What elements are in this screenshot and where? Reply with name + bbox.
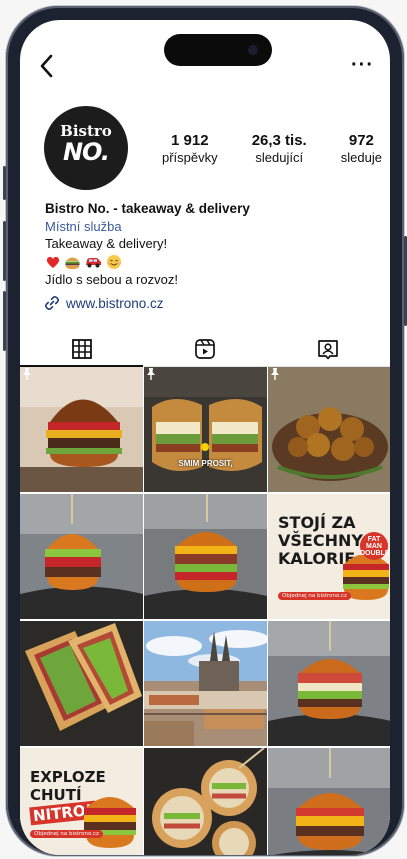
- poster-line: EXPLOZE: [30, 768, 106, 786]
- top-bar: ···: [20, 50, 390, 90]
- reels-icon[interactable]: [194, 338, 216, 360]
- profile-name: Bistro No. - takeaway & delivery: [45, 201, 250, 216]
- stat-posts[interactable]: 1 912 příspěvky: [162, 132, 218, 172]
- post-tile[interactable]: [144, 621, 267, 746]
- stat-following[interactable]: 972 sleduje: [341, 132, 382, 172]
- burger-cut-photo: [144, 367, 267, 492]
- burger-photo: [268, 748, 390, 855]
- badge-line: FAT: [367, 536, 381, 543]
- phone-frame: ··· Bistro NO. 1 912 příspěvky 26,3 tis.…: [3, 6, 407, 856]
- screen: ··· Bistro NO. 1 912 příspěvky 26,3 tis.…: [20, 20, 390, 855]
- heart-emoji-icon: [46, 256, 60, 268]
- volume-up-button: [3, 221, 6, 281]
- stat-number: 972: [348, 132, 374, 149]
- pin-icon: [23, 368, 31, 380]
- poster-line: STOJÍ ZA: [278, 513, 356, 532]
- profile-stats: 1 912 příspěvky 26,3 tis. sledující 972 …: [162, 132, 382, 172]
- poster-tile[interactable]: EXPLOZE CHUTÍ NITRO! Objednej na bistron…: [20, 748, 143, 855]
- poster-badge: FAT MAN DOUBLE: [360, 536, 390, 557]
- avatar-logo-line2: NO.: [62, 138, 110, 166]
- sandwich-stack-photo: [20, 621, 143, 746]
- stat-followers[interactable]: 26,3 tis. sledující: [252, 132, 307, 172]
- volume-down-button: [3, 291, 6, 351]
- avatar[interactable]: Bistro NO.: [44, 106, 128, 190]
- poster-headline: STOJÍ ZA VŠECHNY KALORIE: [278, 514, 363, 568]
- meatball-dish-photo: [268, 367, 390, 492]
- mute-switch: [3, 166, 6, 200]
- bio-line: Takeaway & delivery!: [45, 236, 168, 251]
- post-tile[interactable]: [268, 621, 390, 746]
- badge-line: DOUBLE: [360, 550, 390, 557]
- bio-emoji-row: [45, 253, 375, 271]
- bio-line: Jídlo s sebou a rozvoz!: [45, 271, 178, 287]
- badge-line: MAN: [366, 543, 382, 550]
- city-brno-photo: [144, 621, 267, 746]
- pin-icon: [271, 368, 279, 380]
- stat-label: sledující: [255, 150, 304, 165]
- stat-number: 1 912: [171, 132, 209, 149]
- car-emoji-icon: [86, 257, 101, 267]
- poster-order-button: Objednej na bistrono.cz: [30, 830, 103, 838]
- burger-photo: [20, 367, 143, 492]
- back-arrow-icon[interactable]: [36, 52, 60, 80]
- profile-category[interactable]: Místní služba: [45, 218, 375, 236]
- poster-tile[interactable]: STOJÍ ZA VŠECHNY KALORIE FAT MAN DOUBLE …: [268, 494, 390, 619]
- poster-line: VŠECHNY: [278, 531, 363, 550]
- more-dots-icon[interactable]: ···: [351, 55, 374, 75]
- link-icon: [45, 296, 59, 310]
- post-tile[interactable]: [144, 748, 267, 855]
- poster-line: KALORIE: [278, 549, 356, 568]
- poster-order-button: Objednej na bistrono.cz: [278, 592, 351, 600]
- post-tile[interactable]: [20, 367, 143, 492]
- stat-number: 26,3 tis.: [251, 132, 307, 149]
- post-tile[interactable]: [20, 621, 143, 746]
- post-tile[interactable]: SMIM PROSIT,: [144, 367, 267, 492]
- website-link[interactable]: www.bistrono.cz: [44, 295, 164, 311]
- stat-label: sleduje: [340, 150, 382, 165]
- stat-label: příspěvky: [162, 150, 218, 165]
- sandwiches-photo: [144, 748, 267, 855]
- post-tile[interactable]: [20, 494, 143, 619]
- website-url: www.bistrono.cz: [66, 295, 164, 311]
- burger-photo: [268, 621, 390, 746]
- burger-photo: [20, 494, 143, 619]
- burger-emoji-icon: [65, 257, 80, 269]
- tagged-icon[interactable]: [317, 338, 339, 360]
- video-subtitle: SMIM PROSIT,: [178, 459, 233, 468]
- post-tile[interactable]: [268, 367, 390, 492]
- grid-icon[interactable]: [71, 338, 93, 360]
- burger-photo: [144, 494, 267, 619]
- smile-emoji-icon: [107, 254, 121, 269]
- post-tile[interactable]: [268, 748, 390, 855]
- profile-bio: Bistro No. - takeaway & delivery Místní …: [45, 200, 375, 288]
- profile-tabs: [20, 332, 390, 367]
- poster-line: NITRO!: [29, 800, 97, 826]
- poster-headline: EXPLOZE CHUTÍ NITRO!: [29, 768, 106, 826]
- pin-icon: [147, 368, 155, 380]
- post-tile[interactable]: [144, 494, 267, 619]
